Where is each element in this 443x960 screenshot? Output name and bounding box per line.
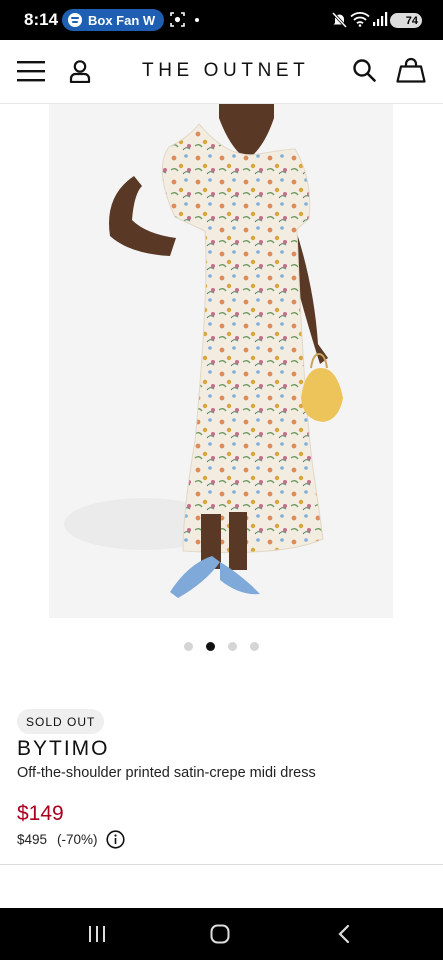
menu-icon[interactable] [17, 60, 45, 82]
carousel-dot[interactable] [228, 642, 237, 651]
account-icon[interactable] [68, 59, 92, 83]
status-time: 8:14 [24, 10, 59, 29]
wifi-icon [350, 12, 370, 27]
status-bar: 8:14 Box Fan W 74 [0, 0, 443, 40]
info-icon[interactable] [105, 830, 125, 849]
product-designer[interactable]: BYTIMO [17, 737, 110, 761]
search-icon[interactable] [352, 58, 376, 82]
carousel-dot-active[interactable] [206, 642, 215, 651]
notification-dot [195, 18, 199, 22]
recents-icon[interactable] [88, 925, 106, 943]
battery-level: 74 [405, 14, 418, 27]
media-pill-text: Box Fan W [88, 12, 156, 28]
product-description: Off-the-shoulder printed satin-crepe mid… [17, 765, 316, 781]
home-icon[interactable] [210, 924, 230, 944]
battery-indicator: 74 [390, 13, 422, 28]
image-carousel-indicators [0, 642, 443, 651]
media-pill[interactable]: Box Fan W [62, 9, 164, 31]
original-price-row: $495 (-70%) [17, 830, 125, 849]
mute-icon [332, 12, 347, 28]
section-divider [0, 864, 443, 865]
brand-logo[interactable]: THE OUTNET [142, 60, 305, 82]
carousel-dot[interactable] [184, 642, 193, 651]
back-icon[interactable] [336, 924, 352, 944]
spotify-icon [68, 13, 82, 27]
original-price: $495 [17, 832, 48, 847]
screen-record-icon [170, 12, 185, 27]
product-image[interactable] [49, 104, 393, 618]
discount-percentage: (-70%) [57, 832, 98, 847]
sold-out-badge: SOLD OUT [17, 709, 105, 734]
signal-icon [373, 12, 388, 26]
carousel-dot[interactable] [250, 642, 259, 651]
sale-price: $149 [17, 802, 64, 825]
shopping-bag-icon[interactable] [396, 57, 426, 83]
site-header: THE OUTNET [0, 40, 443, 104]
system-navigation-bar [0, 908, 443, 960]
dress-photo [64, 104, 343, 598]
